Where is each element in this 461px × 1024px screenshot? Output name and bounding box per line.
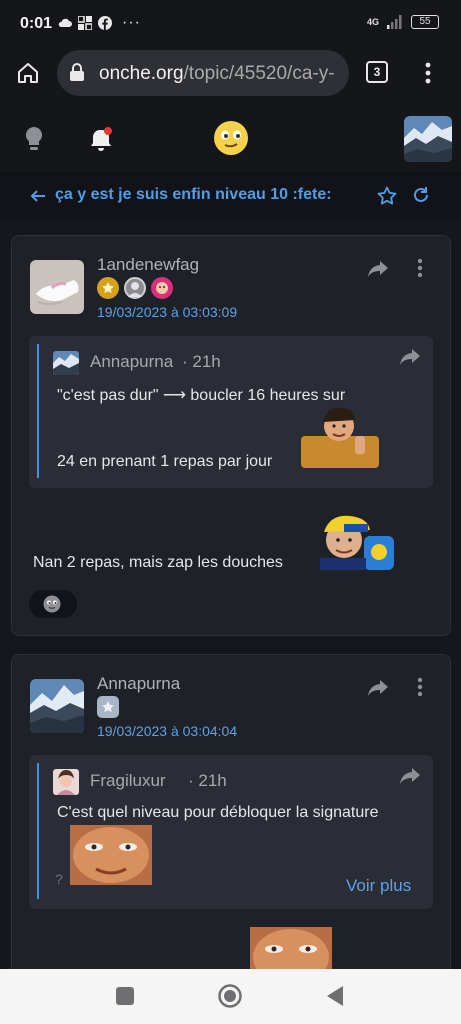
quote-text-line1: C'est quel niveau pour débloquer la sign…: [57, 804, 379, 821]
post-author-avatar[interactable]: [30, 260, 84, 314]
post-card: Annapurna 19/03/2023 à 03:04:04 Fragilux…: [11, 654, 451, 994]
quote-author[interactable]: Fragiluxur: [90, 771, 166, 791]
topic-title: ça y est je suis enfin niveau 10 :fete:: [55, 186, 332, 203]
battery-level: 55: [419, 16, 431, 27]
back-button[interactable]: [326, 986, 344, 1006]
facebook-icon: [98, 16, 112, 30]
post-date[interactable]: 19/03/2023 à 03:03:09: [97, 304, 237, 320]
quote-author[interactable]: Annapurna: [90, 352, 173, 372]
site-header: [0, 100, 461, 172]
url-domain: onche.org: [99, 63, 184, 84]
cloud-icon: [58, 18, 72, 27]
post-menu-icon[interactable]: [417, 258, 423, 278]
quote-time: · 21h: [182, 352, 221, 371]
quote-text-line1: "c'est pas dur" ⟶ boucler 16 heures sur: [57, 387, 346, 404]
sticker-thumbs-up-man: [301, 406, 379, 468]
system-nav-bar: [0, 969, 461, 1024]
sticker-face-closeup: [70, 825, 152, 885]
tab-switcher-button[interactable]: 3: [366, 61, 388, 83]
network-label: 4G: [366, 17, 379, 27]
post-author-avatar[interactable]: [30, 679, 84, 733]
refresh-icon[interactable]: [412, 186, 430, 204]
quote-author-avatar: [53, 769, 79, 795]
url-path: /topic/45520/ca-y-: [183, 63, 335, 84]
quote-share-icon[interactable]: [399, 767, 421, 785]
quote-block: Annapurna · 21h "c'est pas dur" ⟶ boucle…: [29, 336, 433, 488]
status-bar: 0:01 ··· 4G 55: [0, 0, 461, 48]
topic-bar: ça y est je suis enfin niveau 10 :fete:: [0, 172, 461, 220]
more-icon: ···: [122, 14, 141, 31]
sticker-face-closeup-partial: [250, 927, 332, 971]
emoji-react-icon: [43, 595, 61, 613]
post-date[interactable]: 19/03/2023 à 03:04:04: [97, 723, 237, 739]
quote-marker: ?: [55, 871, 63, 887]
user-avatar[interactable]: [404, 116, 452, 162]
quote-time: · 21h: [188, 771, 227, 790]
signal-icon: [387, 15, 402, 29]
quote-author-avatar: [53, 351, 79, 375]
quote-bar: [37, 344, 39, 478]
home-icon[interactable]: [16, 61, 40, 85]
voir-plus-link[interactable]: Voir plus: [346, 876, 411, 896]
share-icon[interactable]: [367, 679, 389, 697]
portrait-badge-icon: [124, 277, 146, 299]
quote-text-line2: 24 en prenant 1 repas par jour: [57, 453, 273, 470]
quote-bar: [37, 763, 39, 899]
star-icon[interactable]: [377, 186, 397, 206]
post-menu-icon[interactable]: [417, 677, 423, 697]
lightbulb-icon[interactable]: [24, 126, 44, 152]
status-time: 0:01: [20, 15, 53, 32]
url-text: onche.org/topic/45520/ca-y-: [99, 63, 335, 85]
home-button[interactable]: [218, 984, 242, 1008]
silver-star-badge-icon: [97, 696, 119, 718]
back-arrow-icon[interactable]: [30, 188, 46, 204]
sticker-cap-man: [314, 508, 398, 570]
browser-toolbar: onche.org/topic/45520/ca-y- 3: [0, 48, 461, 100]
post-body-text: Nan 2 repas, mais zap les douches: [33, 554, 283, 571]
share-icon[interactable]: [367, 260, 389, 278]
post-username[interactable]: Annapurna: [97, 674, 180, 694]
battery-icon: 55: [411, 15, 439, 29]
quote-block: Fragiluxur · 21h C'est quel niveau pour …: [29, 755, 433, 909]
grid-icon: [78, 16, 92, 30]
quote-share-icon[interactable]: [399, 348, 421, 366]
menu-icon[interactable]: [424, 62, 432, 84]
reaction-button[interactable]: [29, 590, 77, 618]
post-username[interactable]: 1andenewfag: [97, 255, 199, 275]
lock-icon: [70, 63, 84, 81]
gold-star-badge-icon: [97, 277, 119, 299]
tab-count: 3: [373, 65, 381, 79]
smiley-logo-icon[interactable]: [213, 120, 249, 156]
bell-icon[interactable]: [89, 126, 115, 152]
baby-badge-icon: [151, 277, 173, 299]
address-bar[interactable]: onche.org/topic/45520/ca-y-: [57, 50, 349, 96]
post-card: 1andenewfag 19/03/2023 à 03:03:09 Annapu…: [11, 235, 451, 636]
recents-button[interactable]: [116, 987, 134, 1005]
